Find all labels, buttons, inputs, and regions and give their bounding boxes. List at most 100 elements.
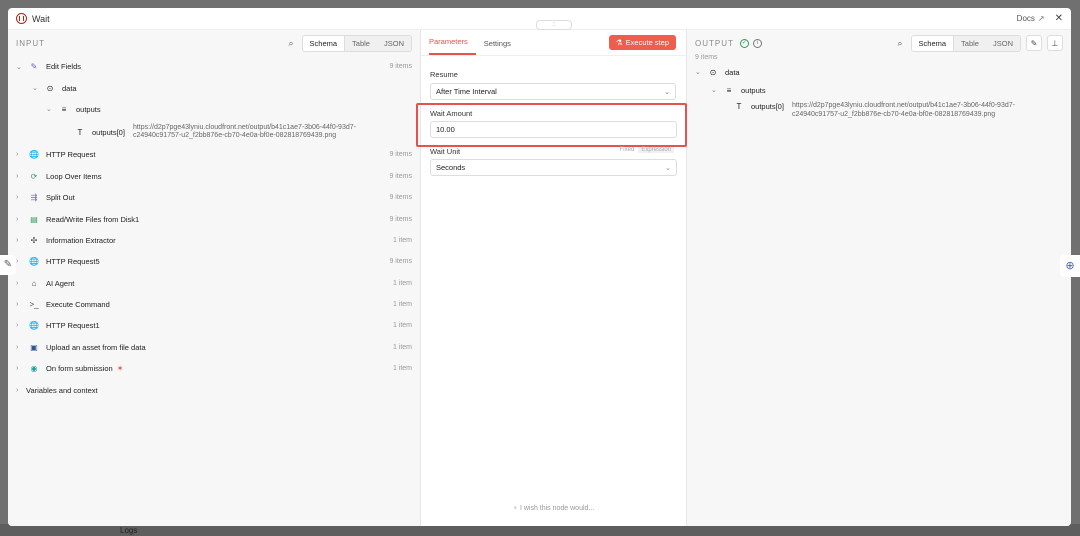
globe-icon[interactable]: ⊕ [1060, 255, 1080, 277]
chevron-right-icon: › [16, 194, 19, 202]
chevron-down-icon: ⌄ [16, 63, 22, 71]
input-tree-outputs0[interactable]: Toutputs[0] https://d2p7pge43lyniu.cloudf… [16, 120, 412, 144]
tab-settings[interactable]: Settings [484, 39, 519, 55]
input-tree-item[interactable]: › 🌐 HTTP Request1 1 item [16, 315, 412, 336]
parameters-panel: Parameters Settings ⚗ Execute step Resume… [416, 30, 687, 526]
input-view-table[interactable]: Table [345, 36, 377, 51]
text-type-icon: T [736, 102, 742, 111]
input-tree-item-label: Upload an asset from file data [46, 342, 146, 352]
object-icon: ⊙ [709, 67, 717, 77]
list-icon: ≡ [61, 104, 67, 114]
input-tree-item[interactable]: › ✣ Information Extractor 1 item [16, 230, 412, 251]
close-icon[interactable]: ✕ [1055, 13, 1063, 24]
external-link-icon: ↗ [1037, 14, 1045, 23]
output-tree-data[interactable]: ⌄ ⊙ data [695, 63, 1063, 81]
input-tree-item-count: 9 items [389, 194, 412, 202]
input-view-toggle: Schema Table JSON [301, 34, 412, 52]
chevron-down-icon: ⌄ [664, 88, 670, 96]
chevron-right-icon: › [16, 343, 19, 351]
upload-icon: ▣ [30, 342, 38, 352]
input-tree-data[interactable]: ⌄ ⊙ data [16, 77, 412, 98]
chevron-down-icon: ⌄ [695, 69, 701, 76]
chevron-right-icon: › [16, 236, 19, 244]
output-url-value[interactable]: https://d2p7pge43lyniu.cloudfront.net/ou… [792, 102, 1015, 119]
fixed-option[interactable]: Fixed [620, 147, 635, 153]
input-tree-item[interactable]: ⌄ ✎ Edit Fields 9 items [16, 56, 412, 77]
tab-parameters[interactable]: Parameters [429, 37, 476, 55]
input-tree-item-label: Loop Over Items [46, 171, 102, 181]
logs-label[interactable]: Logs [120, 526, 137, 535]
wait-node-icon [16, 13, 27, 24]
pin-icon: ⊥ [1051, 38, 1059, 48]
drag-handle[interactable]: :: [536, 20, 572, 30]
output-tree-outputs0[interactable]: T outputs[0] https://d2p7pge43lyniu.clou… [695, 99, 1063, 121]
info-icon[interactable]: i [752, 38, 762, 48]
wait-amount-input[interactable]: 10.00 [430, 121, 677, 138]
input-url-value[interactable]: https://d2p7pge43lyniu.cloudfront.net/ou… [133, 124, 356, 141]
input-tree-item-count: 9 items [389, 63, 412, 71]
resume-select[interactable]: After Time Interval ⌄ [430, 83, 676, 100]
input-tree-item-count: 1 item [392, 236, 412, 244]
feedback-link[interactable]: ♀ I wish this node would... [421, 505, 686, 512]
docs-link[interactable]: Docs ↗ [1017, 14, 1045, 23]
input-tree-outputs[interactable]: ⌄ ≡ outputs [16, 99, 412, 120]
chevron-right-icon: › [16, 151, 19, 159]
execute-step-button[interactable]: ⚗ Execute step [608, 35, 676, 50]
pencil-icon: ✎ [1030, 38, 1038, 48]
chevron-down-icon: ⌄ [46, 106, 52, 114]
pin-output-button[interactable]: ⊥ [1047, 35, 1063, 51]
input-tree-item-count: 1 item [392, 279, 412, 287]
input-tree-item[interactable]: › 🌐 HTTP Request 9 items [16, 144, 412, 165]
input-tree-item[interactable]: › ◉ On form submission ✶ 1 item [16, 358, 412, 379]
chevron-right-icon: › [16, 215, 19, 223]
input-url-line2: c24940c91757-u2_f2bb876e-cb70-4e0a-bf0e-… [132, 132, 337, 140]
chevron-down-icon: ⌄ [711, 87, 717, 94]
input-tree-item[interactable]: › 🌐 HTTP Request5 9 items [16, 251, 412, 272]
split-icon: ⇶ [30, 193, 38, 203]
input-tree-item[interactable]: › ⟳ Loop Over Items 9 items [16, 166, 412, 187]
output-outputs-label: outputs [741, 85, 766, 95]
input-tree-item[interactable]: › ▣ Upload an asset from file data 1 item [16, 337, 412, 358]
list-icon: ≡ [726, 85, 732, 95]
expression-option[interactable]: Expression [638, 147, 674, 153]
input-tree-item[interactable]: › ⇶ Split Out 9 items [16, 187, 412, 208]
input-tree-item[interactable]: › ⌂ AI Agent 1 item [16, 273, 412, 294]
success-check-icon: ✓ [739, 38, 749, 48]
search-icon[interactable]: ⌕ [897, 38, 902, 49]
fixed-expression-toggle[interactable]: Fixed Expression [620, 147, 674, 153]
chevron-right-icon: › [16, 365, 19, 373]
input-tree-item-count: 9 items [389, 258, 412, 266]
flask-icon: ⚗ [615, 38, 623, 47]
pencil-icon[interactable]: ✎ [0, 255, 16, 275]
search-icon[interactable]: ⌕ [288, 38, 293, 49]
input-tree-item-label: Information Extractor [46, 235, 116, 245]
wait-unit-select[interactable]: Seconds ⌄ [430, 159, 677, 176]
variables-context-item[interactable]: › Variables and context [16, 379, 412, 400]
wait-unit-label: Wait Unit [430, 147, 461, 156]
output-view-schema[interactable]: Schema [911, 35, 955, 51]
text-type-icon: T [77, 127, 83, 137]
output-panel: OUTPUT ✓ i ⌕ Schema Table JSON ✎ ⊥ 9 ite… [687, 30, 1071, 526]
input-tree-item-count: 9 items [389, 172, 412, 180]
input-tree-item[interactable]: › ▤ Read/Write Files from Disk1 9 items [16, 208, 412, 229]
output-tree-outputs[interactable]: ⌄ ≡ outputs [695, 81, 1063, 99]
input-tree-item-count: 9 items [389, 215, 412, 223]
pencil-icon: ✎ [30, 62, 38, 72]
resume-value: After Time Interval [436, 87, 497, 96]
modal-title[interactable]: Wait [32, 14, 50, 24]
input-outputs-label: outputs [76, 104, 101, 114]
output-url-line2: c24940c91757-u2_f2bb876e-cb70-4e0a-bf0e-… [791, 110, 996, 118]
edit-output-button[interactable]: ✎ [1026, 35, 1042, 51]
input-tree-item[interactable]: › >_ Execute Command 1 item [16, 294, 412, 315]
input-title: INPUT [16, 38, 45, 48]
node-modal: Wait Docs ↗ ✕ :: INPUT ⌕ Schema Table JS… [8, 8, 1071, 526]
docs-label: Docs [1016, 14, 1035, 23]
chevron-right-icon: › [16, 322, 19, 330]
output-view-table[interactable]: Table [954, 36, 986, 51]
input-view-schema[interactable]: Schema [302, 35, 346, 51]
input-tree-item-label: HTTP Request1 [46, 321, 100, 331]
chevron-right-icon: › [16, 386, 19, 394]
output-view-json[interactable]: JSON [986, 36, 1020, 51]
input-outputs0-label: outputs[0] [92, 127, 125, 137]
input-view-json[interactable]: JSON [377, 36, 411, 51]
